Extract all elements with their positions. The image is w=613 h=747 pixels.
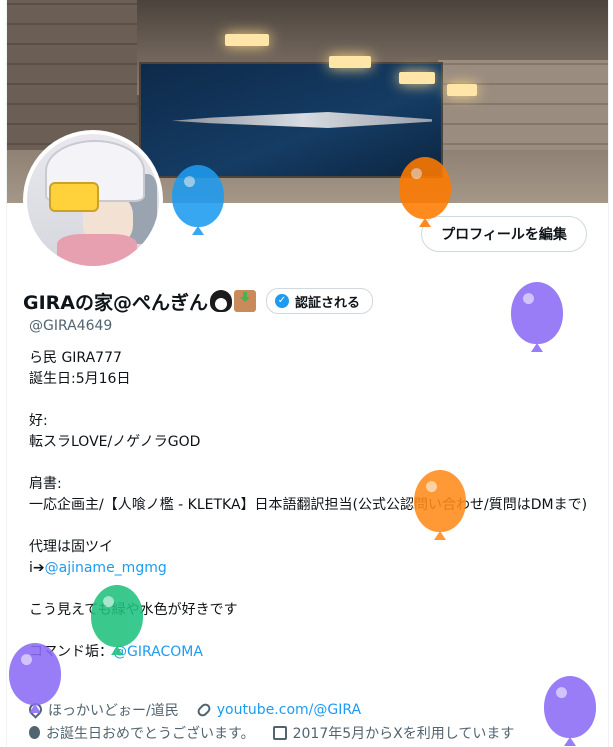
birthday-balloon xyxy=(544,676,596,738)
display-name: GIRAの家@ぺんぎん xyxy=(23,291,208,314)
birthday-balloon xyxy=(414,470,466,532)
get-verified-button[interactable]: ✓ 認証される xyxy=(266,288,374,314)
birthday-balloon xyxy=(9,643,61,705)
mention-link[interactable]: @ajiname_mgmg xyxy=(45,560,167,576)
birthday-balloon xyxy=(91,585,143,647)
inbox-tray-emoji-icon xyxy=(234,290,256,312)
bio-line: 肩書: xyxy=(29,476,62,492)
user-handle: @GIRA4649 xyxy=(29,318,113,334)
birthday-balloon xyxy=(399,157,451,219)
joined-item: 2017年5月からXを利用しています xyxy=(272,723,514,743)
penguin-emoji-icon xyxy=(210,290,232,312)
balloon-icon xyxy=(29,726,40,739)
verified-badge-icon: ✓ xyxy=(275,294,289,308)
bio-line: 一応企画主/【人喰ノ檻 - KLETKA】日本語翻訳担当(公式公認問い合わせ/質… xyxy=(29,497,588,513)
calendar-icon xyxy=(272,725,287,740)
birthday-balloon xyxy=(172,165,224,227)
bio-line: i➔@ajiname_mgmg xyxy=(29,560,167,576)
bio-line: ら民 GIRA777 xyxy=(29,350,122,366)
profile-page: プロフィールを編集 GIRAの家@ぺんぎん ✓ 認証される @GIRA4649 … xyxy=(6,0,609,747)
edit-profile-button[interactable]: プロフィールを編集 xyxy=(421,216,587,252)
link-icon xyxy=(195,701,213,718)
avatar[interactable] xyxy=(23,130,163,270)
location-item: ほっかいどぉー/道民 xyxy=(26,700,179,720)
bio-line: 転スラLOVE/ノゲノラGOD xyxy=(29,434,201,450)
verified-label: 認証される xyxy=(295,295,361,311)
profile-meta: ほっかいどぉー/道民 youtube.com/@GIRA お誕生日おめでとうござ… xyxy=(26,699,599,745)
birthday-item: お誕生日おめでとうございます。 xyxy=(29,723,255,743)
name-row: GIRAの家@ぺんぎん ✓ 認証される xyxy=(23,287,374,315)
bio-line: 代理は固ツイ xyxy=(29,539,113,555)
bio-line: 誕生日:5月16日 xyxy=(29,371,131,387)
mention-link[interactable]: @GIRACOMA xyxy=(113,644,203,660)
birthday-balloon xyxy=(511,282,563,344)
website-link[interactable]: youtube.com/@GIRA xyxy=(217,702,361,718)
bio-line: 好: xyxy=(29,413,48,429)
website-item: youtube.com/@GIRA xyxy=(195,701,361,718)
